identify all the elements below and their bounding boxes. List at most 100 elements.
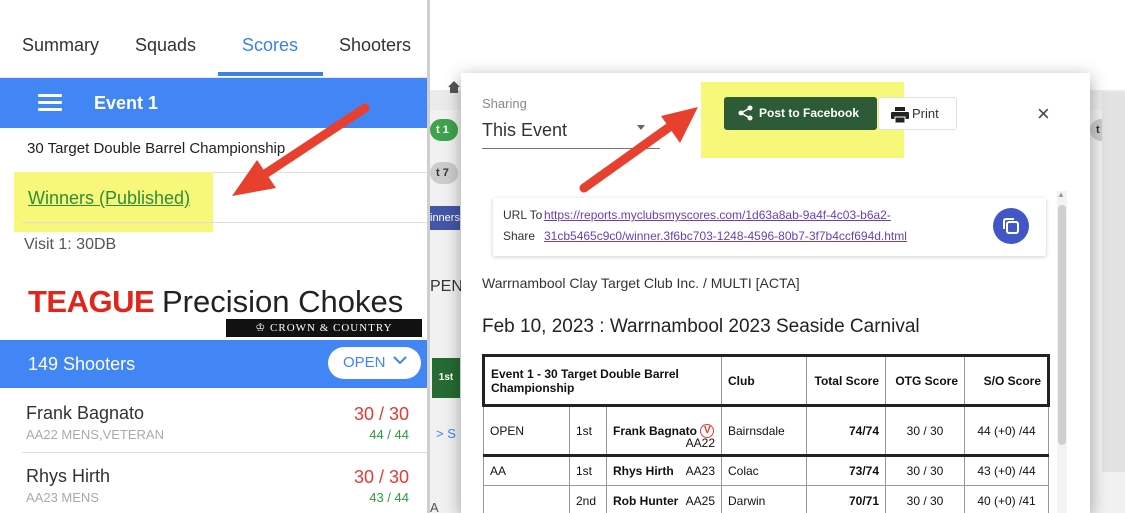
shooters-header-bar: 149 Shooters OPEN (0, 340, 427, 388)
menu-icon[interactable] (38, 94, 62, 112)
background-expand-label: > S (436, 426, 456, 441)
chevron-down-icon (392, 352, 408, 373)
grade-cell: OPEN (483, 405, 570, 457)
event-header-bar: Event 1 (0, 78, 427, 128)
shooter-row[interactable]: Rhys Hirth AA23 MENS 30 / 30 43 / 44 (0, 453, 427, 513)
table-row: OPEN 1st Frank Bagnato V AA22 Bairnsdale… (483, 405, 1049, 457)
column-header-otg: OTG Score (885, 354, 965, 407)
club-cell: Darwin (721, 485, 807, 513)
club-cell: Bairnsdale (721, 405, 807, 457)
column-header-club: Club (721, 354, 807, 407)
share-url-link[interactable]: 31cb5465c9c0/winner.3f6bc703-1248-4596-8… (544, 229, 907, 243)
grade-filter-value: OPEN (343, 354, 386, 371)
place-cell: 2nd (569, 485, 607, 513)
event-date-title: Feb 10, 2023 : Warrnambool 2023 Seaside … (482, 316, 920, 337)
sharing-select[interactable]: This Event (482, 119, 660, 149)
total-cell: 74/74 (806, 405, 886, 457)
column-header-event: Event 1 - 30 Target Double Barrel Champi… (482, 354, 722, 407)
background-scrollbar (1102, 92, 1125, 472)
share-icon (738, 105, 754, 121)
event-chip: t 1 (430, 119, 458, 141)
shooter-name: Rhys Hirth (613, 464, 674, 478)
column-header-total: Total Score (806, 354, 886, 407)
print-label: Print (912, 106, 939, 121)
club-line: Warrnambool Clay Target Club Inc. / MULT… (482, 275, 800, 291)
caret-down-icon (636, 122, 646, 135)
table-row: AA 1st Rhys Hirth AA23 Colac 73/74 30 / … (483, 455, 1049, 486)
tab-summary[interactable]: Summary (22, 35, 99, 56)
grade-cell (483, 485, 570, 513)
otg-cell: 30 / 30 (885, 405, 965, 457)
grade-filter-dropdown[interactable]: OPEN (328, 347, 421, 379)
tab-scores[interactable]: Scores (242, 35, 298, 56)
tab-shooters[interactable]: Shooters (339, 35, 411, 56)
so-cell: 44 (+0) /44 (964, 405, 1049, 457)
shooter-name: Frank Bagnato (613, 423, 698, 438)
shooter-name: Rob Hunter (613, 493, 679, 508)
sponsor-partner: ♔ CROWN & COUNTRY (226, 319, 422, 337)
shooter-sub-score: 43 / 44 (369, 490, 409, 505)
class-label: AA25 (685, 493, 715, 508)
club-cell: Colac (721, 455, 807, 486)
name-cell: Rhys Hirth AA23 (606, 455, 722, 486)
class-label: AA22 (685, 436, 715, 450)
sharing-value: This Event (482, 120, 568, 140)
so-cell: 43 (+0) /44 (964, 455, 1049, 486)
shooters-count: 149 Shooters (28, 354, 136, 374)
copy-icon (1002, 217, 1020, 235)
copy-url-button[interactable] (993, 208, 1029, 244)
active-tab-indicator (218, 72, 323, 76)
first-place-badge: 1st (432, 358, 460, 398)
column-header-so: S/O Score (964, 354, 1050, 407)
event-chip: t 7 (430, 162, 458, 184)
printer-icon (891, 107, 909, 124)
shooter-score: 30 / 30 (353, 404, 409, 424)
post-to-facebook-label: Post to Facebook (759, 106, 860, 120)
shooter-row[interactable]: Frank Bagnato AA22 MENS,VETERAN 30 / 30 … (0, 390, 427, 454)
so-cell: 40 (+0) /41 (964, 485, 1049, 513)
winners-published-link[interactable]: Winners (Published) (28, 188, 190, 209)
scores-panel: Summary Squads Scores Shooters Event 1 3… (0, 0, 427, 513)
share-url-link[interactable]: https://reports.myclubsmyscores.com/1d63… (544, 208, 891, 222)
sponsor-product: Precision Chokes (162, 284, 404, 319)
background-label: A (430, 500, 439, 513)
post-to-facebook-button[interactable]: Post to Facebook (724, 97, 877, 130)
class-label: AA23 (685, 464, 715, 478)
close-icon[interactable]: × (1037, 101, 1050, 127)
background-open-label: PEN (430, 278, 463, 295)
shooter-classes: AA22 MENS,VETERAN (26, 427, 164, 442)
championship-title: 30 Target Double Barrel Championship (27, 140, 286, 157)
share-label: Share (503, 229, 536, 243)
home-icon (447, 80, 461, 97)
otg-cell: 30 / 30 (885, 455, 965, 486)
place-cell: 1st (569, 455, 607, 486)
url-label: URL To (503, 208, 543, 222)
divider (22, 222, 427, 223)
sharing-label: Sharing (482, 96, 527, 111)
shooter-name: Frank Bagnato (26, 403, 145, 423)
sponsor-brand: TEAGUE (28, 284, 155, 319)
shooter-name: Rhys Hirth (26, 466, 111, 486)
tab-bar: Summary Squads Scores Shooters (0, 0, 427, 78)
grade-cell: AA (483, 455, 570, 486)
winners-chip: inners (430, 206, 460, 230)
scroll-up-icon[interactable]: ▲ (1057, 190, 1065, 199)
total-cell: 73/74 (806, 455, 886, 486)
total-cell: 70/71 (806, 485, 886, 513)
share-dialog: Sharing This Event Post to Facebook Prin… (461, 73, 1090, 513)
table-row: 2nd Rob Hunter AA25 Darwin 70/71 30 / 30… (483, 485, 1049, 513)
event-title: Event 1 (94, 93, 159, 113)
shooter-sub-score: 44 / 44 (369, 427, 409, 442)
share-url-box: URL To Share https://reports.myclubsmysc… (493, 198, 1046, 256)
shooter-score: 30 / 30 (353, 467, 409, 487)
name-cell: Rob Hunter AA25 (606, 485, 722, 513)
shooter-classes: AA23 MENS (26, 490, 99, 505)
table-header-row: Event 1 - 30 Target Double Barrel Champi… (482, 354, 1050, 407)
sponsor-banner[interactable]: TEAGUE Precision Chokes ♔ CROWN & COUNTR… (0, 280, 427, 340)
print-button[interactable]: Print (878, 97, 957, 130)
results-table: Event 1 - 30 Target Double Barrel Champi… (482, 354, 1050, 513)
otg-cell: 30 / 30 (885, 485, 965, 513)
tab-squads[interactable]: Squads (135, 35, 196, 56)
dialog-scrollbar-thumb[interactable] (1058, 205, 1066, 445)
visit-label: Visit 1: 30DB (24, 236, 117, 253)
